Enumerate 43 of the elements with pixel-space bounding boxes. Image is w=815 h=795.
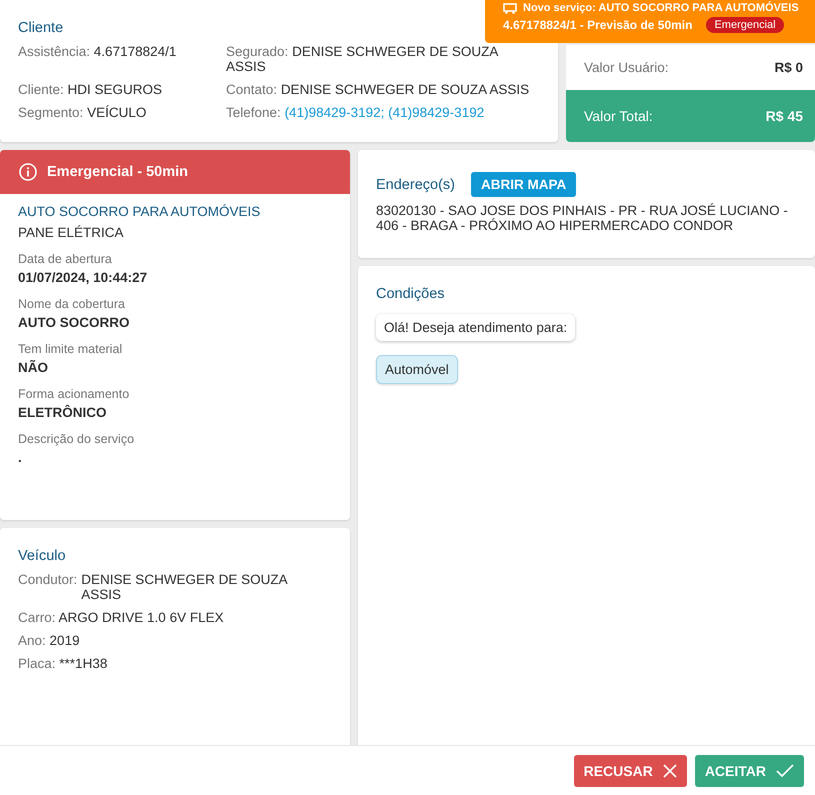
address-text: 83020130 - SAO JOSE DOS PINHAIS - PR - RUA JOSÉ LUCIANO - 406 - BRAGA - PRÓXIMO AO HIPERMERCADO CONDOR bbox=[376, 203, 789, 233]
field-label: Condutor: bbox=[18, 572, 78, 587]
field-label: Forma acionamento bbox=[18, 387, 130, 401]
vehicle-field: Placa: ***1H38 bbox=[18, 656, 332, 671]
client-field: Segurado: DENISE SCHWEGER DE SOUZA ASSIS bbox=[226, 44, 540, 74]
client-field: Assistência: 4.67178824/1 bbox=[18, 44, 226, 74]
field-value: DENISE SCHWEGER DE SOUZA ASSIS bbox=[81, 572, 288, 602]
chat-message: Olá! Deseja atendimento para: bbox=[376, 314, 576, 341]
client-field: Cliente: HDI SEGUROS bbox=[18, 82, 226, 97]
emergency-badge: Emergencial bbox=[706, 17, 784, 33]
client-field: Contato: DENISE SCHWEGER DE SOUZA ASSIS bbox=[226, 82, 540, 97]
section-title: Veículo bbox=[18, 548, 66, 564]
field-label: Descrição do serviço bbox=[18, 432, 136, 446]
field-value: AUTO SOCORRO bbox=[18, 315, 131, 330]
info-icon bbox=[19, 163, 37, 181]
notification-banner[interactable]: Novo serviço: AUTO SOCORRO PARA AUTOMÓVEIS 4.67178824/1 - Previsão de 50min Emergencial bbox=[485, 0, 815, 43]
value-row: Valor Usuário: R$ 0 bbox=[566, 45, 815, 90]
total-bar: Valor Total: R$ 45 bbox=[566, 90, 815, 142]
close-icon bbox=[662, 764, 677, 778]
notification-title: Novo serviço: AUTO SOCORRO PARA AUTOMÓVEIS bbox=[523, 2, 799, 14]
field-label: Nome da cobertura bbox=[18, 297, 126, 311]
field-value: ELETRÔNICO bbox=[18, 405, 108, 420]
field-label: Tem limite material bbox=[18, 342, 124, 356]
client-field: Telefone: (41)98429-3192; (41)98429-3192 bbox=[226, 105, 540, 120]
client-field: Segmento: VEÍCULO bbox=[18, 105, 226, 120]
vehicle-field: Carro: ARGO DRIVE 1.0 6V FLEX bbox=[18, 610, 332, 625]
field-value: 01/07/2024, 10:44:27 bbox=[18, 270, 148, 285]
vehicle-field: Ano: 2019 bbox=[18, 633, 332, 648]
service-subtitle: PANE ELÉTRICA bbox=[18, 225, 125, 240]
reject-button[interactable]: RECUSAR bbox=[574, 754, 687, 786]
check-icon bbox=[776, 764, 794, 777]
section-title: Endereço(s) bbox=[376, 176, 455, 192]
option-chip[interactable]: Automóvel bbox=[376, 355, 458, 384]
section-title: Condições bbox=[376, 286, 445, 302]
section-title: Cliente bbox=[18, 20, 64, 36]
open-map-button[interactable]: ABRIR MAPA bbox=[470, 172, 576, 197]
emergency-header: Emergencial - 50min bbox=[0, 150, 350, 194]
field-value: NÃO bbox=[18, 360, 49, 375]
field-value: . bbox=[18, 450, 23, 465]
accept-button[interactable]: ACEITAR bbox=[694, 754, 804, 786]
service-title: AUTO SOCORRO PARA AUTOMÓVEIS bbox=[18, 204, 262, 219]
notification-subtitle: 4.67178824/1 - Previsão de 50min bbox=[503, 18, 692, 32]
field-label: Data de abertura bbox=[18, 252, 113, 266]
